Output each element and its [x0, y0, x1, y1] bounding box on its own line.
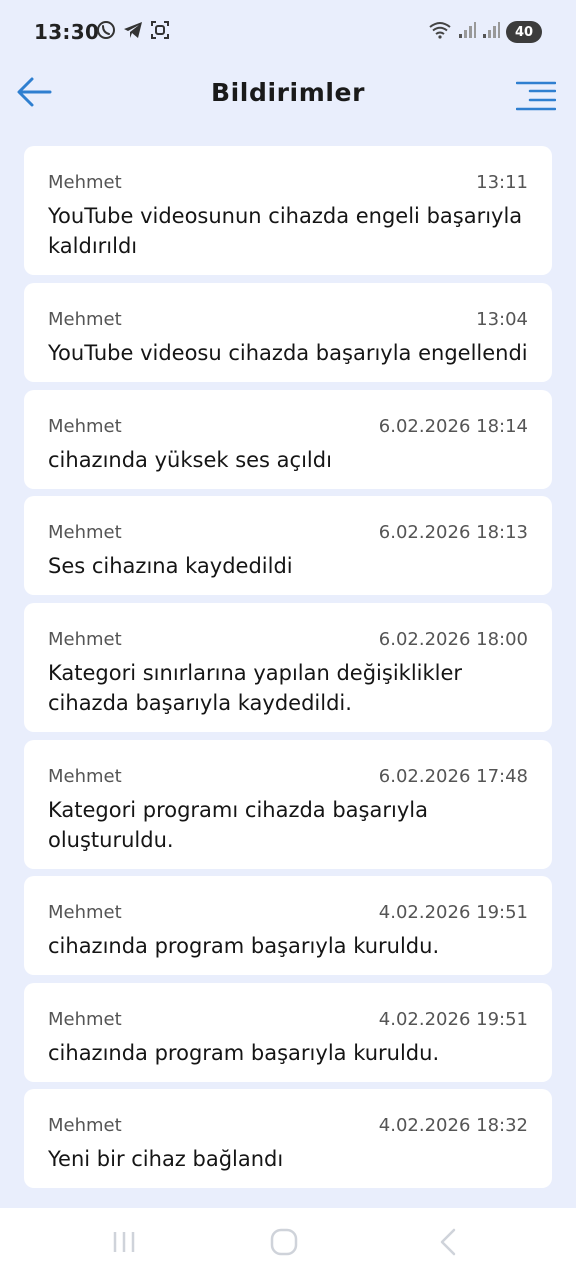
- home-button[interactable]: [260, 1226, 308, 1262]
- notification-message: Yeni bir cihaz bağlandı: [48, 1147, 284, 1171]
- notification-message: cihazında yüksek ses açıldı: [48, 448, 332, 472]
- notification-card[interactable]: Mehmet 6.02.2026 17:48 Kategori programı…: [24, 740, 552, 869]
- recent-apps-icon: [110, 1229, 138, 1259]
- signal-icon: [482, 21, 500, 43]
- notification-time: 6.02.2026 18:14: [378, 416, 528, 437]
- nav-back-button[interactable]: [424, 1226, 472, 1262]
- notification-card[interactable]: Mehmet 6.02.2026 18:13 Ses cihazına kayd…: [24, 496, 552, 595]
- notification-card[interactable]: Mehmet 6.02.2026 18:00 Kategori sınırlar…: [24, 603, 552, 732]
- notification-sender: Mehmet: [48, 629, 122, 650]
- page-title: Bildirimler: [210, 78, 366, 107]
- status-icons-right: 40: [428, 20, 542, 44]
- status-bar: 13:30 40: [0, 0, 576, 48]
- home-icon: [269, 1227, 299, 1261]
- notification-sender: Mehmet: [48, 416, 122, 437]
- signal-icon: [458, 21, 476, 43]
- notification-message: Ses cihazına kaydedildi: [48, 554, 293, 578]
- notification-message: cihazında program başarıyla kuruldu.: [48, 934, 440, 958]
- notification-time: 4.02.2026 19:51: [378, 1009, 528, 1030]
- battery-icon: 40: [506, 21, 542, 43]
- notification-message: YouTube videosunun cihazda engeli başarı…: [48, 204, 523, 258]
- notification-card[interactable]: Mehmet 6.02.2026 18:14 cihazında yüksek …: [24, 390, 552, 489]
- notification-time: 6.02.2026 17:48: [378, 766, 528, 787]
- notification-time: 6.02.2026 18:00: [378, 629, 528, 650]
- wifi-icon: [428, 21, 452, 43]
- viber-icon: [96, 20, 116, 44]
- notification-card[interactable]: Mehmet 13:04 YouTube videosu cihazda baş…: [24, 283, 552, 382]
- notification-time: 13:11: [476, 172, 528, 193]
- system-nav-bar: [0, 1208, 576, 1280]
- notification-message: Kategori programı cihazda başarıyla oluş…: [48, 798, 428, 852]
- telegram-icon: [122, 20, 144, 44]
- recent-apps-button[interactable]: [100, 1226, 148, 1262]
- notification-message: Kategori sınırlarına yapılan değişiklikl…: [48, 661, 463, 715]
- notification-card[interactable]: Mehmet 13:11 YouTube videosunun cihazda …: [24, 146, 552, 275]
- app-header: Bildirimler: [0, 48, 576, 144]
- notification-card[interactable]: Mehmet 4.02.2026 19:51 cihazında program…: [24, 876, 552, 975]
- notification-sender: Mehmet: [48, 172, 122, 193]
- notification-card[interactable]: Mehmet 4.02.2026 18:32 Yeni bir cihaz ba…: [24, 1089, 552, 1188]
- notification-sender: Mehmet: [48, 522, 122, 543]
- notification-message: YouTube videosu cihazda başarıyla engell…: [48, 341, 528, 365]
- notification-sender: Mehmet: [48, 1009, 122, 1030]
- notification-sender: Mehmet: [48, 309, 122, 330]
- notification-sender: Mehmet: [48, 1115, 122, 1136]
- notification-time: 4.02.2026 19:51: [378, 902, 528, 923]
- menu-lines-icon: [515, 81, 557, 115]
- notification-sender: Mehmet: [48, 766, 122, 787]
- screen-capture-icon: [150, 20, 170, 44]
- notification-time: 6.02.2026 18:13: [378, 522, 528, 543]
- notification-sender: Mehmet: [48, 902, 122, 923]
- menu-button[interactable]: [514, 78, 558, 118]
- notification-message: cihazında program başarıyla kuruldu.: [48, 1041, 440, 1065]
- notification-time: 4.02.2026 18:32: [378, 1115, 528, 1136]
- status-icons-left: [96, 20, 170, 44]
- back-icon: [436, 1228, 460, 1260]
- status-time: 13:30: [34, 20, 100, 44]
- notification-card[interactable]: Mehmet 4.02.2026 19:51 cihazında program…: [24, 983, 552, 1082]
- notification-time: 13:04: [476, 309, 528, 330]
